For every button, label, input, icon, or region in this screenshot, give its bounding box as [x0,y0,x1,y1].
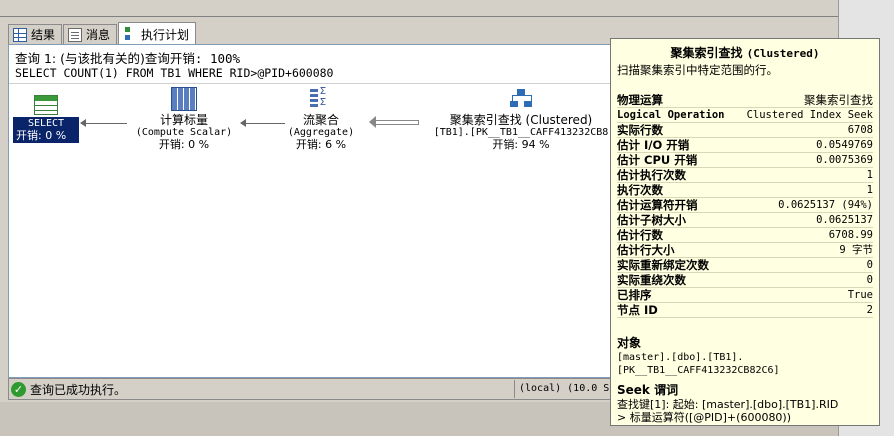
property-row: 执行次数 1 [617,183,873,198]
aggregate-cost: 开销: 6 % [295,138,347,151]
property-key: 估计子树大小 [617,213,686,227]
property-value: Clustered Index Seek [746,109,873,121]
operator-tooltip: 聚集索引查找 (Clustered) 扫描聚集索引中特定范围的行。 物理运算 聚集… [610,38,880,426]
status-server: (local) (10.0 SP2 [514,380,624,398]
tooltip-object-line: [PK__TB1__CAFF413232CB82C6] [617,365,780,376]
property-key: 实际行数 [617,123,663,137]
property-key: 估计 CPU 开销 [617,153,698,167]
tooltip-title: 聚集索引查找 (Clustered) [617,44,873,61]
query-cost-value: : 100% [194,51,241,66]
property-value: 1 [866,169,873,181]
property-key: 估计 I/O 开销 [617,138,690,152]
property-row: 估计 CPU 开销 0.0075369 [617,153,873,168]
tab-messages-label: 消息 [86,28,111,42]
execution-plan-icon [123,27,137,41]
tooltip-description: 扫描聚集索引中特定范围的行。 [617,63,778,77]
status-message: 查询已成功执行。 [30,383,127,397]
plan-arrow-1 [80,119,127,127]
property-row: 估计行大小 9 字节 [617,243,873,258]
clustered-index-seek-icon [508,87,534,111]
seek-cost: 开销: 94 % [492,138,550,151]
property-value: 6708 [847,124,873,136]
property-value: 0.0549769 [816,139,873,151]
property-key: 估计运算符开销 [617,198,698,212]
compute-scalar-name: 计算标量 [159,113,208,127]
select-node-label-box: SELECT 开销: 0 % [13,117,79,143]
tooltip-title-en: (Clustered) [746,47,820,60]
property-row: 实际重绕次数 0 [617,273,873,288]
property-row: 估计 I/O 开销 0.0549769 [617,138,873,153]
property-row: 估计运算符开销 0.0625137 (94%) [617,198,873,213]
tab-messages[interactable]: 消息 [63,24,118,44]
property-key: 节点 ID [617,303,658,317]
property-value: 1 [866,184,873,196]
stream-aggregate-icon [308,86,334,111]
plan-node-stream-aggregate[interactable]: 流聚合 (Aggregate) 开销: 6 % [279,86,363,151]
tab-execution-plan[interactable]: 执行计划 [118,22,197,45]
tooltip-seek-line: > 标量运算符([@PID]+(600080)) [617,411,792,424]
property-key: 已排序 [617,288,652,302]
tooltip-seek-heading: Seek 谓词 [617,383,679,397]
property-key: 实际重绕次数 [617,273,686,287]
property-value: 2 [866,304,873,316]
aggregate-name: 流聚合 [302,113,339,127]
seek-name: 聚集索引查找 (Clustered) [449,113,593,127]
select-node-cost: 开销: 0 % [16,129,67,142]
tooltip-seek-line: 查找键[1]: 起始: [master].[dbo].[TB1].RID [617,398,839,411]
tooltip-object-heading: 对象 [617,336,642,350]
property-row: Logical Operation Clustered Index Seek [617,108,873,123]
query-header: 查询 1: (与该批有关的)查询开销: 100% [15,48,240,67]
tooltip-object-line: [master].[dbo].[TB1]. [617,352,744,363]
property-value: 0 [866,259,873,271]
grid-icon [13,27,27,42]
property-key: Logical Operation [617,109,725,121]
property-value: 0.0625137 [816,214,873,226]
plan-node-compute-scalar[interactable]: 计算标量 (Compute Scalar) 开销: 0 % [129,87,239,151]
property-value: 6708.99 [828,229,873,241]
property-value: 0.0075369 [816,154,873,166]
compute-scalar-cost: 开销: 0 % [158,138,210,151]
property-key: 执行次数 [617,183,663,197]
property-row: 已排序 True [617,288,873,303]
property-key: 物理运算 [617,93,663,107]
query-header-mid: )查询开销 [140,51,195,66]
property-value: 0.0625137 (94%) [778,199,873,211]
property-key: 估计执行次数 [617,168,686,182]
query-sql: SELECT COUNT(1) FROM TB1 WHERE RID>@PID+… [15,66,334,80]
property-value: 9 字节 [839,244,873,256]
check-circle-icon: ✓ [11,382,26,397]
select-operator-icon [34,95,58,115]
property-row: 估计执行次数 1 [617,168,873,183]
tab-results[interactable]: 结果 [8,24,63,44]
query-header-cjk: 与该批有关的 [65,51,141,66]
property-key: 估计行数 [617,228,663,242]
plan-arrow-3 [369,116,419,128]
property-value: True [847,289,873,301]
plan-node-clustered-index-seek[interactable]: 聚集索引查找 (Clustered) [TB1].[PK__TB1__CAFF4… [421,87,621,151]
property-row: 物理运算 聚集索引查找 [617,93,873,108]
window-top-border [0,16,838,17]
property-row: 估计行数 6708.99 [617,228,873,243]
plan-node-select[interactable]: SELECT 开销: 0 % [13,95,79,143]
tab-results-label: 结果 [31,28,56,42]
property-value: 聚集索引查找 [804,93,873,107]
tab-execution-plan-label: 执行计划 [141,27,190,42]
message-icon [68,27,83,42]
compute-scalar-icon [171,87,197,111]
property-key: 估计行大小 [617,243,675,257]
property-row: 实际行数 6708 [617,123,873,138]
property-key: 实际重新绑定次数 [617,258,709,272]
tooltip-properties: 物理运算 聚集索引查找 Logical Operation Clustered In… [617,93,873,318]
results-tabstrip: 结果 消息 执行计划 [8,22,197,45]
property-row: 节点 ID 2 [617,303,873,318]
status-message-area: ✓ 查询已成功执行。 [11,381,511,398]
property-row: 估计子树大小 0.0625137 [617,213,873,228]
query-header-prefix: 查询 1: ( [15,51,65,66]
property-row: 实际重新绑定次数 0 [617,258,873,273]
tooltip-title-cjk: 聚集索引查找 [670,46,747,60]
property-value: 0 [866,274,873,286]
